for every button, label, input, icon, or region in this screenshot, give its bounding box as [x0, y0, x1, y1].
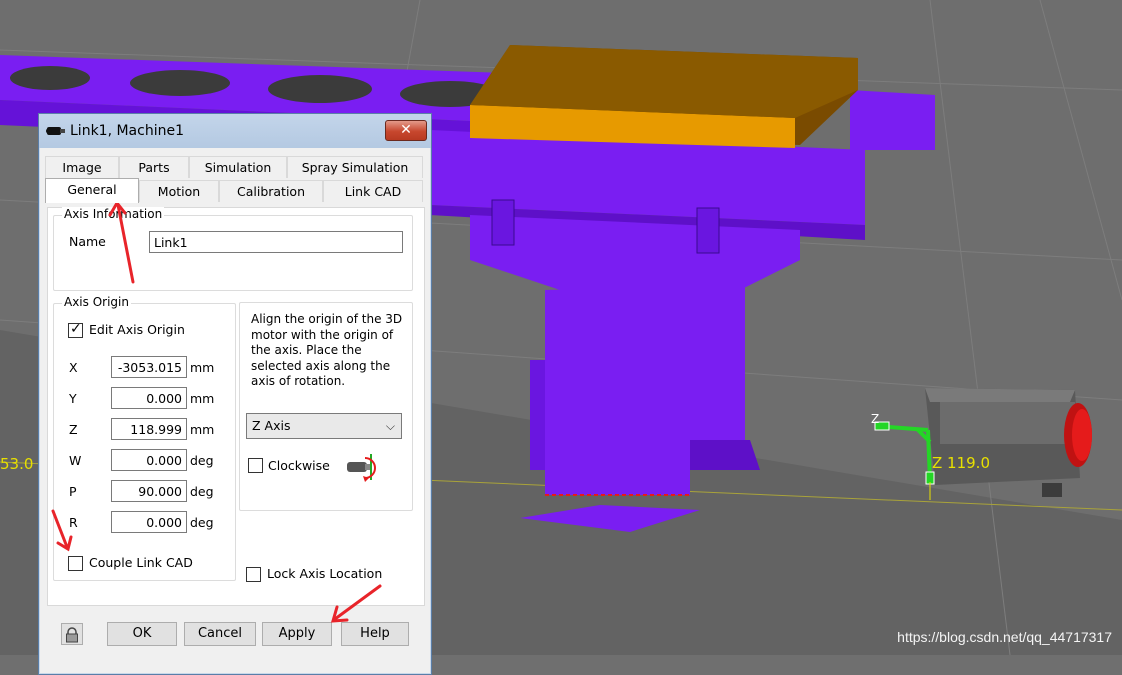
y-label: Y: [69, 391, 77, 406]
tab-simulation[interactable]: Simulation: [189, 156, 287, 178]
close-button[interactable]: ✕: [385, 120, 427, 141]
r-field[interactable]: [111, 511, 187, 533]
edit-axis-origin-label: Edit Axis Origin: [89, 322, 185, 337]
lock-button[interactable]: [61, 623, 83, 645]
axis-letter-label: Z: [871, 412, 880, 426]
x-field[interactable]: [111, 356, 187, 378]
tab-motion[interactable]: Motion: [139, 180, 219, 202]
cancel-button[interactable]: Cancel: [184, 622, 256, 646]
name-label: Name: [69, 234, 106, 249]
tab-spray-simulation[interactable]: Spray Simulation: [287, 156, 423, 178]
link-icon: [46, 127, 65, 135]
z-field[interactable]: [111, 418, 187, 440]
ok-button[interactable]: OK: [107, 622, 177, 646]
lock-axis-location-checkbox[interactable]: [246, 567, 261, 582]
y-unit: mm: [190, 391, 215, 406]
clockwise-label: Clockwise: [268, 458, 330, 473]
edit-axis-origin-checkbox[interactable]: [68, 321, 83, 338]
tab-calibration[interactable]: Calibration: [219, 180, 323, 202]
close-icon: ✕: [400, 122, 412, 138]
name-input[interactable]: [149, 231, 403, 253]
axis-select[interactable]: Z Axis ⌵: [246, 413, 402, 439]
axis-z-readout: Z 119.0: [932, 454, 990, 472]
axis-information-title: Axis Information: [62, 207, 165, 221]
apply-button[interactable]: Apply: [262, 622, 332, 646]
x-label: X: [69, 360, 78, 375]
axis-select-value: Z Axis: [252, 418, 291, 433]
z-unit: mm: [190, 422, 215, 437]
w-label: W: [69, 453, 82, 468]
tab-general[interactable]: General: [45, 178, 139, 203]
chevron-down-icon: ⌵: [385, 419, 395, 433]
lock-axis-location-label: Lock Axis Location: [267, 566, 383, 581]
r-label: R: [69, 515, 78, 530]
link-properties-dialog: Link1, Machine1 ✕ Image Parts Simulation…: [38, 113, 432, 675]
z-label: Z: [69, 422, 78, 437]
dialog-title: Link1, Machine1: [70, 123, 184, 139]
dialog-titlebar[interactable]: Link1, Machine1 ✕: [39, 114, 431, 148]
tab-image[interactable]: Image: [45, 156, 119, 178]
p-field[interactable]: [111, 480, 187, 502]
couple-link-cad-label: Couple Link CAD: [89, 555, 193, 570]
axis-origin-title: Axis Origin: [62, 295, 131, 309]
r-unit: deg: [190, 515, 214, 530]
axis-information-group: Axis Information: [53, 207, 413, 291]
w-unit: deg: [190, 453, 214, 468]
rotation-direction-icon: [347, 454, 376, 482]
tab-parts[interactable]: Parts: [119, 156, 189, 178]
p-unit: deg: [190, 484, 214, 499]
align-hint-text: Align the origin of the 3D motor with th…: [251, 312, 403, 388]
tab-link-cad[interactable]: Link CAD: [323, 180, 423, 202]
w-field[interactable]: [111, 449, 187, 471]
y-field[interactable]: [111, 387, 187, 409]
axis-origin-group: Axis Origin: [53, 295, 236, 581]
clockwise-checkbox[interactable]: [248, 458, 263, 473]
help-button[interactable]: Help: [341, 622, 409, 646]
viewport-left-readout: 53.0: [0, 455, 34, 473]
couple-link-cad-checkbox[interactable]: [68, 556, 83, 571]
padlock-icon: [66, 627, 78, 643]
watermark: https://blog.csdn.net/qq_44717317: [897, 629, 1112, 645]
p-label: P: [69, 484, 77, 499]
x-unit: mm: [190, 360, 215, 375]
